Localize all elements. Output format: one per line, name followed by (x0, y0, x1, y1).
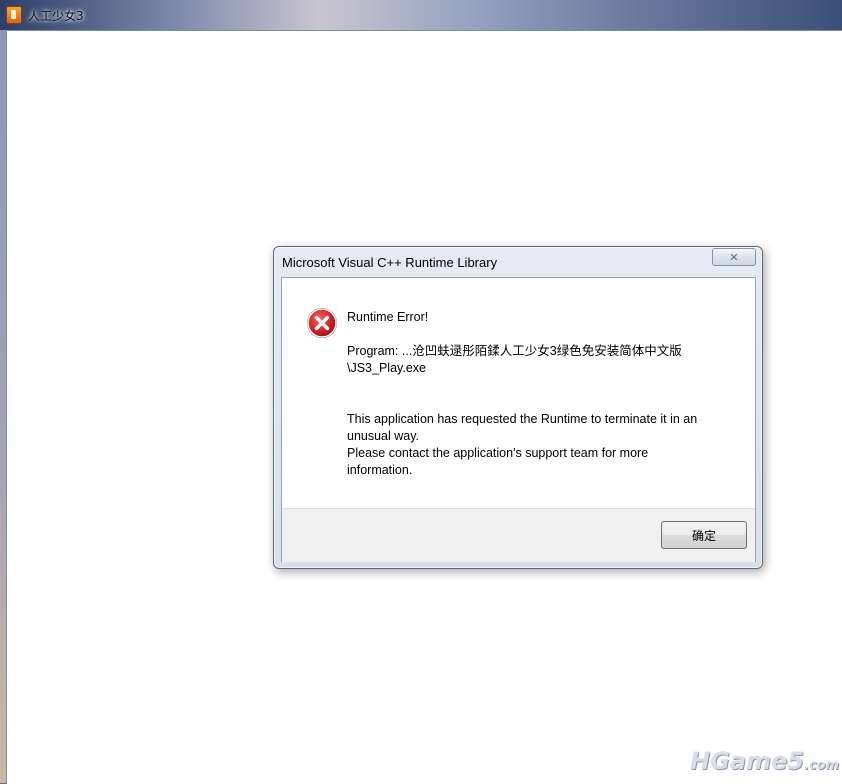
message-line: information. (347, 463, 413, 477)
app-titlebar[interactable]: 人工少女3 (0, 0, 842, 30)
error-heading: Runtime Error! (347, 310, 429, 324)
close-icon: ✕ (729, 250, 739, 264)
error-message: Runtime Error! Program: ...沧凹蚨逯彤陌鍒人工少女3绿… (347, 309, 742, 479)
watermark: HGame5.com (690, 747, 839, 775)
app-title: 人工少女3 (28, 8, 84, 23)
watermark-suffix: .com (803, 758, 840, 773)
error-icon (307, 308, 337, 338)
dialog-body: Runtime Error! Program: ...沧凹蚨逯彤陌鍒人工少女3绿… (282, 278, 755, 508)
error-dialog: Microsoft Visual C++ Runtime Library ✕ R… (273, 246, 763, 569)
dialog-titlebar[interactable]: Microsoft Visual C++ Runtime Library ✕ (274, 247, 762, 277)
message-line: Please contact the application's support… (347, 446, 649, 460)
dialog-title: Microsoft Visual C++ Runtime Library (282, 255, 498, 270)
message-line: unusual way. (347, 429, 420, 443)
dialog-footer: 确定 (282, 508, 755, 562)
app-icon (6, 6, 22, 24)
watermark-text: HGame5 (690, 747, 804, 775)
close-button[interactable]: ✕ (712, 248, 756, 266)
program-path: \JS3_Play.exe (347, 361, 426, 375)
ok-button[interactable]: 确定 (661, 521, 747, 549)
dialog-client-area: Runtime Error! Program: ...沧凹蚨逯彤陌鍒人工少女3绿… (281, 277, 756, 562)
program-line: Program: ...沧凹蚨逯彤陌鍒人工少女3绿色免安装简体中文版 (347, 344, 682, 358)
message-line: This application has requested the Runti… (347, 412, 698, 426)
